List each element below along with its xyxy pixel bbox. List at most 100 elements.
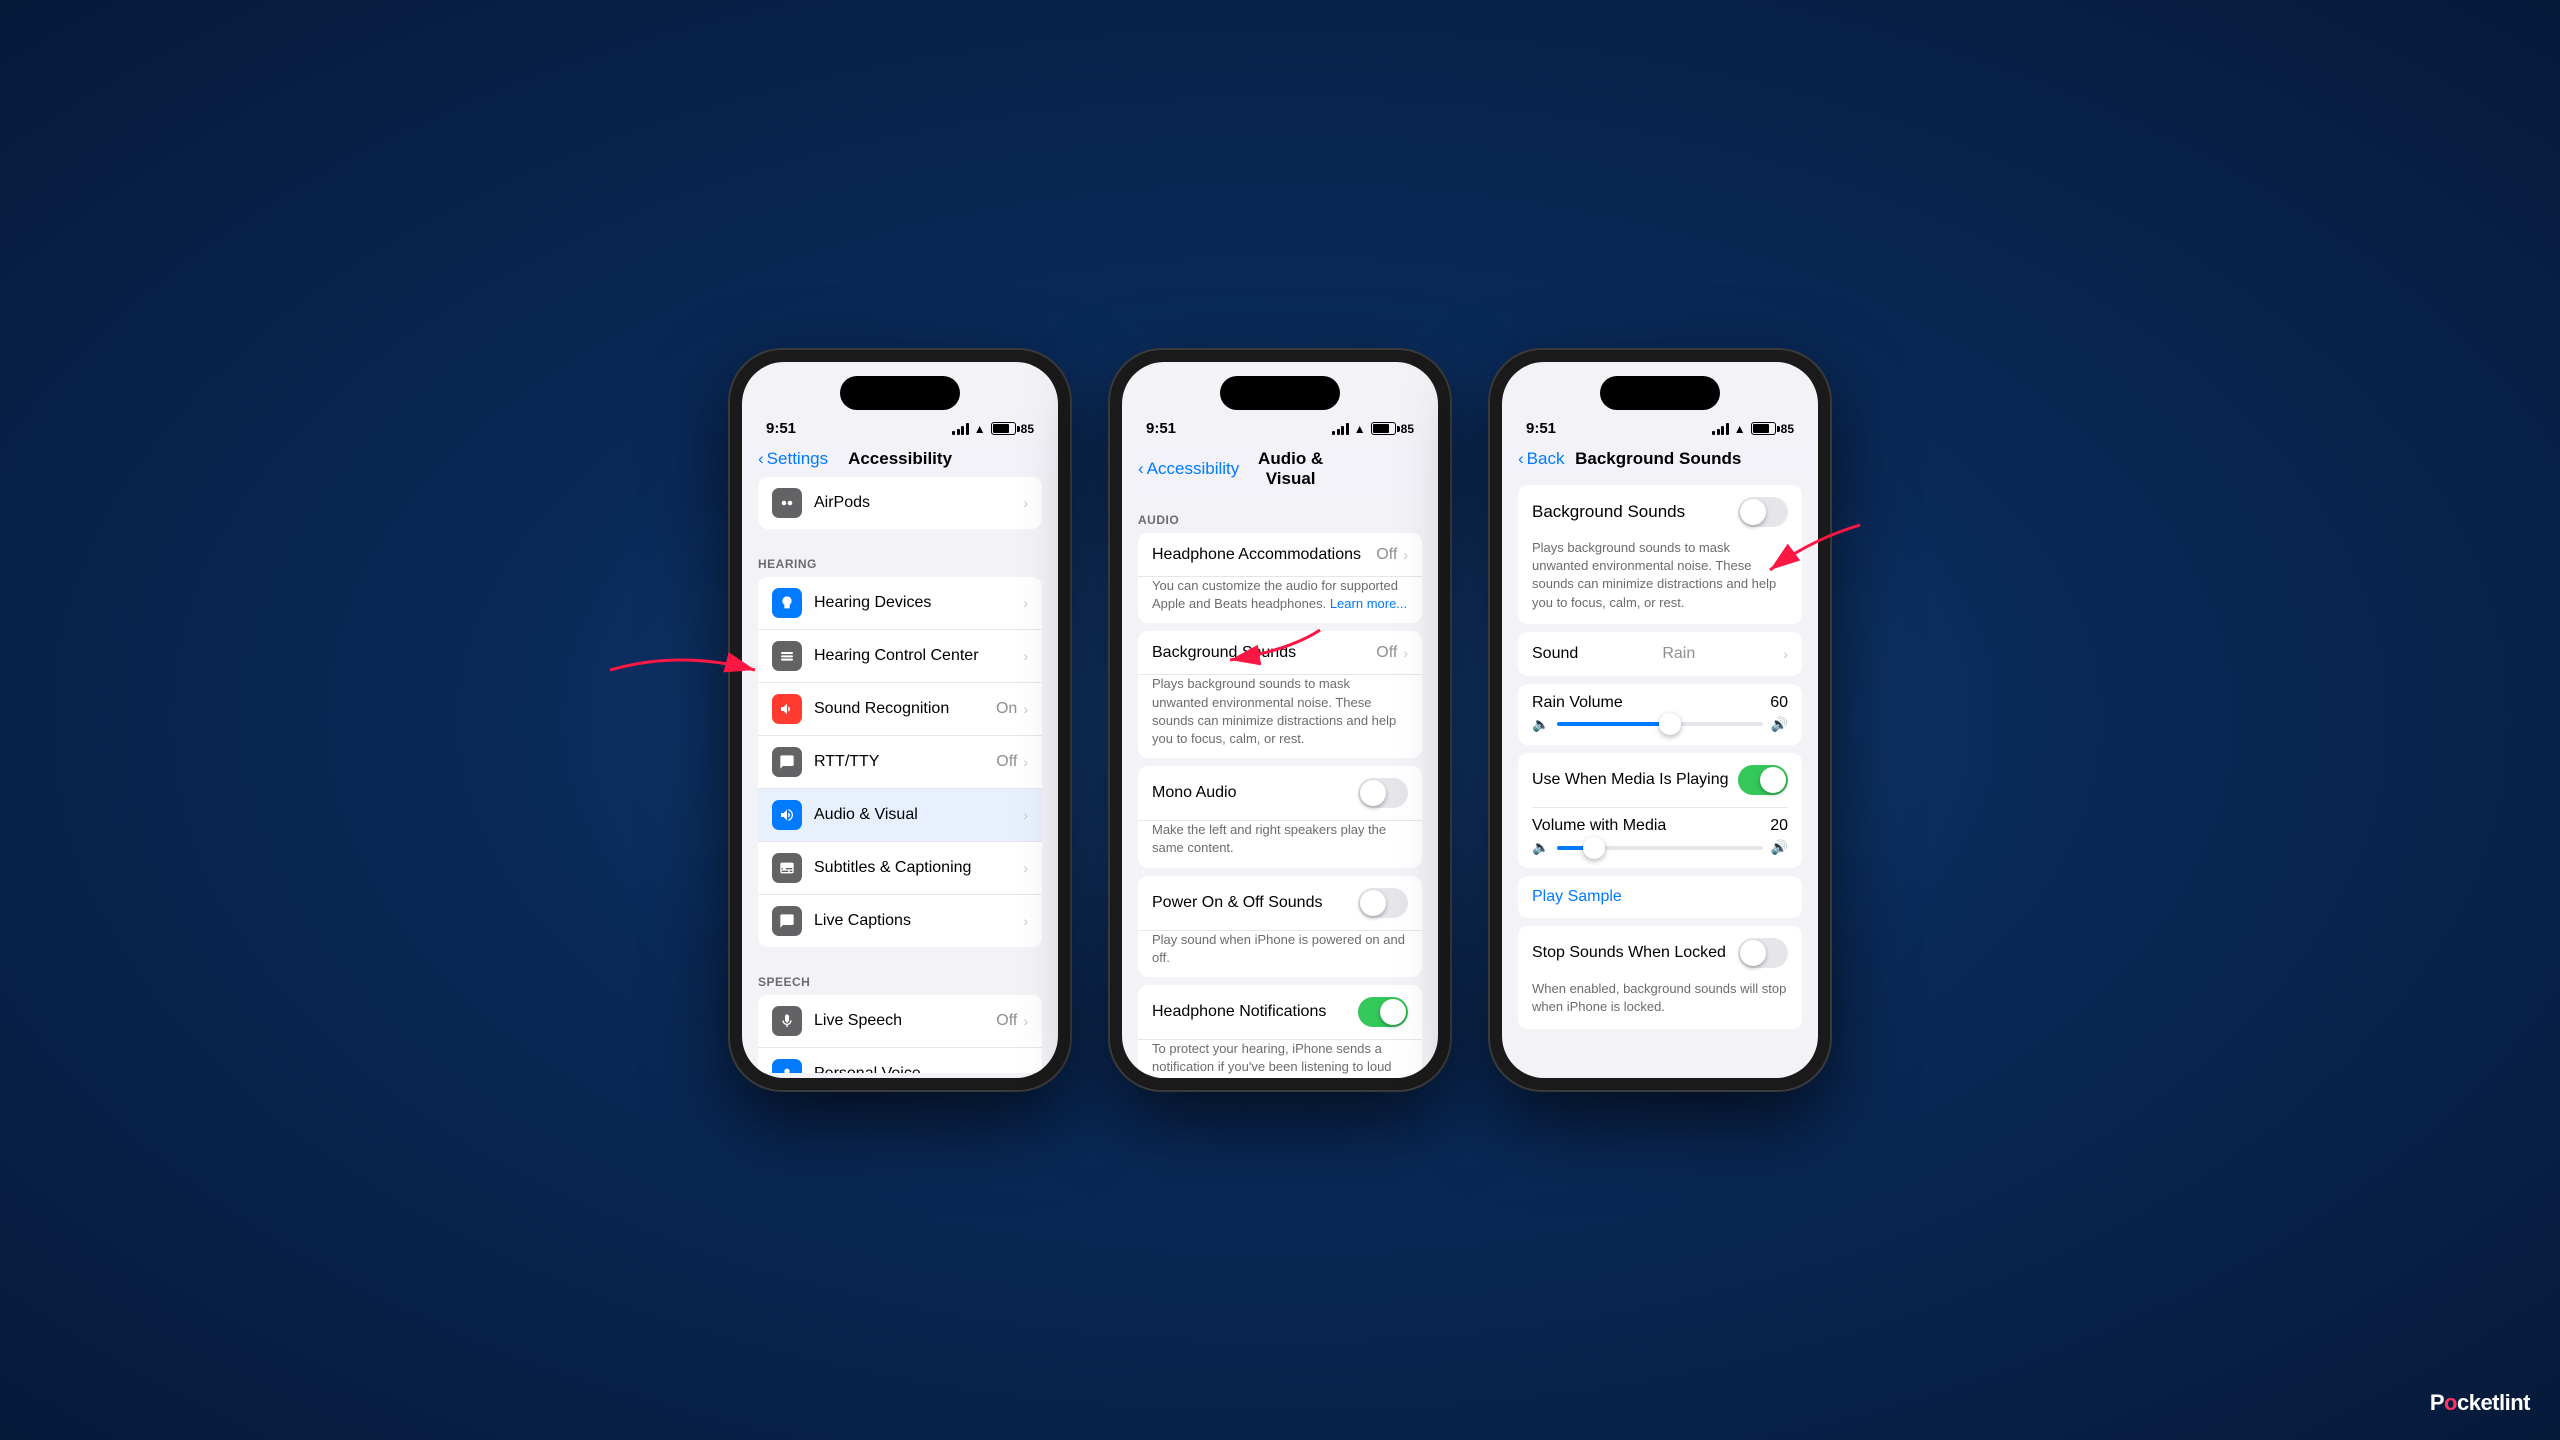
phone-frame-3: 9:51 ▲ 85 ‹ <box>1490 350 1830 1090</box>
sound-recognition-label: Sound Recognition <box>814 700 996 718</box>
stop-sounds-toggle-knob <box>1740 940 1766 966</box>
headphone-card: Headphone Accommodations Off › You can c… <box>1138 533 1422 623</box>
hearing-devices-row[interactable]: Hearing Devices › <box>758 577 1042 630</box>
back-chevron-1: ‹ <box>758 449 764 469</box>
nav-bar-3: ‹ Back Background Sounds <box>1502 445 1818 477</box>
volume-with-media-value: 20 <box>1770 817 1788 835</box>
live-speech-label: Live Speech <box>814 1012 996 1030</box>
battery-pct-2: 85 <box>1401 422 1414 436</box>
nav-back-3[interactable]: ‹ Back <box>1518 449 1564 469</box>
status-time-2: 9:51 <box>1146 420 1176 437</box>
battery-fill-1 <box>993 424 1010 433</box>
headphone-notif-toggle[interactable] <box>1358 997 1408 1027</box>
hearing-devices-chevron: › <box>1023 595 1028 611</box>
battery-pct-3: 85 <box>1781 422 1794 436</box>
phone-1: 9:51 ▲ 85 ‹ <box>730 350 1070 1090</box>
use-when-media-toggle[interactable] <box>1738 765 1788 795</box>
rain-volume-value: 60 <box>1770 694 1788 712</box>
bg-sounds-value: Off <box>1376 644 1397 662</box>
volume-min-icon: 🔈 <box>1532 716 1549 733</box>
phone-screen-1: 9:51 ▲ 85 ‹ <box>742 362 1058 1078</box>
settings-content-1: AirPods › HEARING Hearing Devices › <box>742 477 1058 1073</box>
hearing-header: HEARING <box>742 537 1058 577</box>
mono-audio-toggle-knob <box>1360 780 1386 806</box>
back-label-3: Back <box>1527 449 1565 469</box>
rain-volume-slider-container: 🔈 🔊 <box>1518 716 1802 745</box>
headphone-accommodations-row[interactable]: Headphone Accommodations Off › <box>1138 533 1422 577</box>
hearing-control-label: Hearing Control Center <box>814 647 1023 665</box>
signal-bars-3 <box>1712 423 1729 435</box>
live-speech-row[interactable]: Live Speech Off › <box>758 995 1042 1048</box>
power-sounds-toggle[interactable] <box>1358 888 1408 918</box>
signal-bars-1 <box>952 423 969 435</box>
subtitles-row[interactable]: Subtitles & Captioning › <box>758 842 1042 895</box>
use-when-media-label: Use When Media Is Playing <box>1532 771 1729 789</box>
mono-audio-desc: Make the left and right speakers play th… <box>1138 821 1422 867</box>
live-speech-value: Off <box>996 1012 1017 1030</box>
bg-sounds-main-toggle-knob <box>1740 499 1766 525</box>
rain-volume-thumb[interactable] <box>1659 713 1681 735</box>
live-captions-row[interactable]: Live Captions › <box>758 895 1042 947</box>
sound-row[interactable]: Sound Rain › <box>1518 632 1802 676</box>
speech-header: SPEECH <box>742 955 1058 995</box>
hearing-control-chevron: › <box>1023 648 1028 664</box>
bg-sounds-main-toggle[interactable] <box>1738 497 1788 527</box>
audio-visual-row[interactable]: Audio & Visual › <box>758 789 1042 842</box>
media-volume-thumb[interactable] <box>1583 837 1605 859</box>
rain-volume-slider-track[interactable] <box>1557 722 1762 726</box>
sound-recognition-chevron: › <box>1023 701 1028 717</box>
mono-audio-toggle[interactable] <box>1358 778 1408 808</box>
nav-back-1[interactable]: ‹ Settings <box>758 449 828 469</box>
stop-sounds-row[interactable]: Stop Sounds When Locked <box>1518 926 1802 980</box>
phone-3: 9:51 ▲ 85 ‹ <box>1490 350 1830 1090</box>
volume-max-icon: 🔊 <box>1771 716 1788 733</box>
bg-sounds-main-row[interactable]: Background Sounds <box>1518 485 1802 539</box>
dynamic-island-1 <box>840 376 960 410</box>
wifi-icon-3: ▲ <box>1734 422 1746 436</box>
battery-fill-2 <box>1373 424 1390 433</box>
headphone-notif-card: Headphone Notifications To protect your … <box>1138 985 1422 1078</box>
rtt-row[interactable]: RTT/TTY Off › <box>758 736 1042 789</box>
bg-sounds-label: Background Sounds <box>1152 644 1376 662</box>
nav-title-2: Audio & Visual <box>1239 449 1342 489</box>
media-volume-min-icon: 🔈 <box>1532 839 1549 856</box>
sound-recognition-row[interactable]: Sound Recognition On › <box>758 683 1042 736</box>
wifi-icon-2: ▲ <box>1354 422 1366 436</box>
bg-sounds-content: Background Sounds Plays background sound… <box>1502 477 1818 1073</box>
learn-more-link[interactable]: Learn more... <box>1330 596 1407 611</box>
headphone-notif-row[interactable]: Headphone Notifications <box>1138 985 1422 1040</box>
mono-audio-label: Mono Audio <box>1152 784 1358 802</box>
audio-section-label: AUDIO <box>1122 497 1438 533</box>
airpods-chevron: › <box>1023 495 1028 511</box>
bg-sounds-desc: Plays background sounds to mask unwanted… <box>1138 675 1422 758</box>
personal-voice-row[interactable]: Personal Voice › <box>758 1048 1042 1073</box>
back-chevron-2: ‹ <box>1138 459 1144 479</box>
stop-sounds-card: Stop Sounds When Locked When enabled, ba… <box>1518 926 1802 1028</box>
status-icons-2: ▲ 85 <box>1332 422 1414 436</box>
dynamic-island-3 <box>1600 376 1720 410</box>
nav-back-2[interactable]: ‹ Accessibility <box>1138 459 1239 479</box>
battery-icon-3 <box>1751 422 1776 435</box>
live-speech-icon <box>772 1006 802 1036</box>
airpods-row[interactable]: AirPods › <box>758 477 1042 529</box>
hearing-control-row[interactable]: Hearing Control Center › <box>758 630 1042 683</box>
nav-title-1: Accessibility <box>828 449 972 469</box>
use-when-media-row[interactable]: Use When Media Is Playing <box>1518 753 1802 807</box>
nav-bar-1: ‹ Settings Accessibility <box>742 445 1058 477</box>
power-sounds-desc: Play sound when iPhone is powered on and… <box>1138 931 1422 977</box>
use-when-media-card: Use When Media Is Playing Volume with Me… <box>1518 753 1802 869</box>
battery-fill-3 <box>1753 424 1770 433</box>
power-sounds-row[interactable]: Power On & Off Sounds <box>1138 876 1422 931</box>
mono-audio-row[interactable]: Mono Audio <box>1138 766 1422 821</box>
nav-title-3: Background Sounds <box>1564 449 1752 469</box>
headphone-accom-desc: You can customize the audio for supporte… <box>1138 577 1422 623</box>
stop-sounds-toggle[interactable] <box>1738 938 1788 968</box>
airpods-label: AirPods <box>814 494 1023 512</box>
audio-visual-label: Audio & Visual <box>814 806 1023 824</box>
bg-sounds-row[interactable]: Background Sounds Off › <box>1138 631 1422 675</box>
power-sounds-toggle-knob <box>1360 890 1386 916</box>
media-volume-slider-track[interactable] <box>1557 846 1762 850</box>
media-volume-slider-container: 🔈 🔊 <box>1518 839 1802 868</box>
play-sample-button[interactable]: Play Sample <box>1518 876 1802 918</box>
power-sounds-label: Power On & Off Sounds <box>1152 894 1358 912</box>
